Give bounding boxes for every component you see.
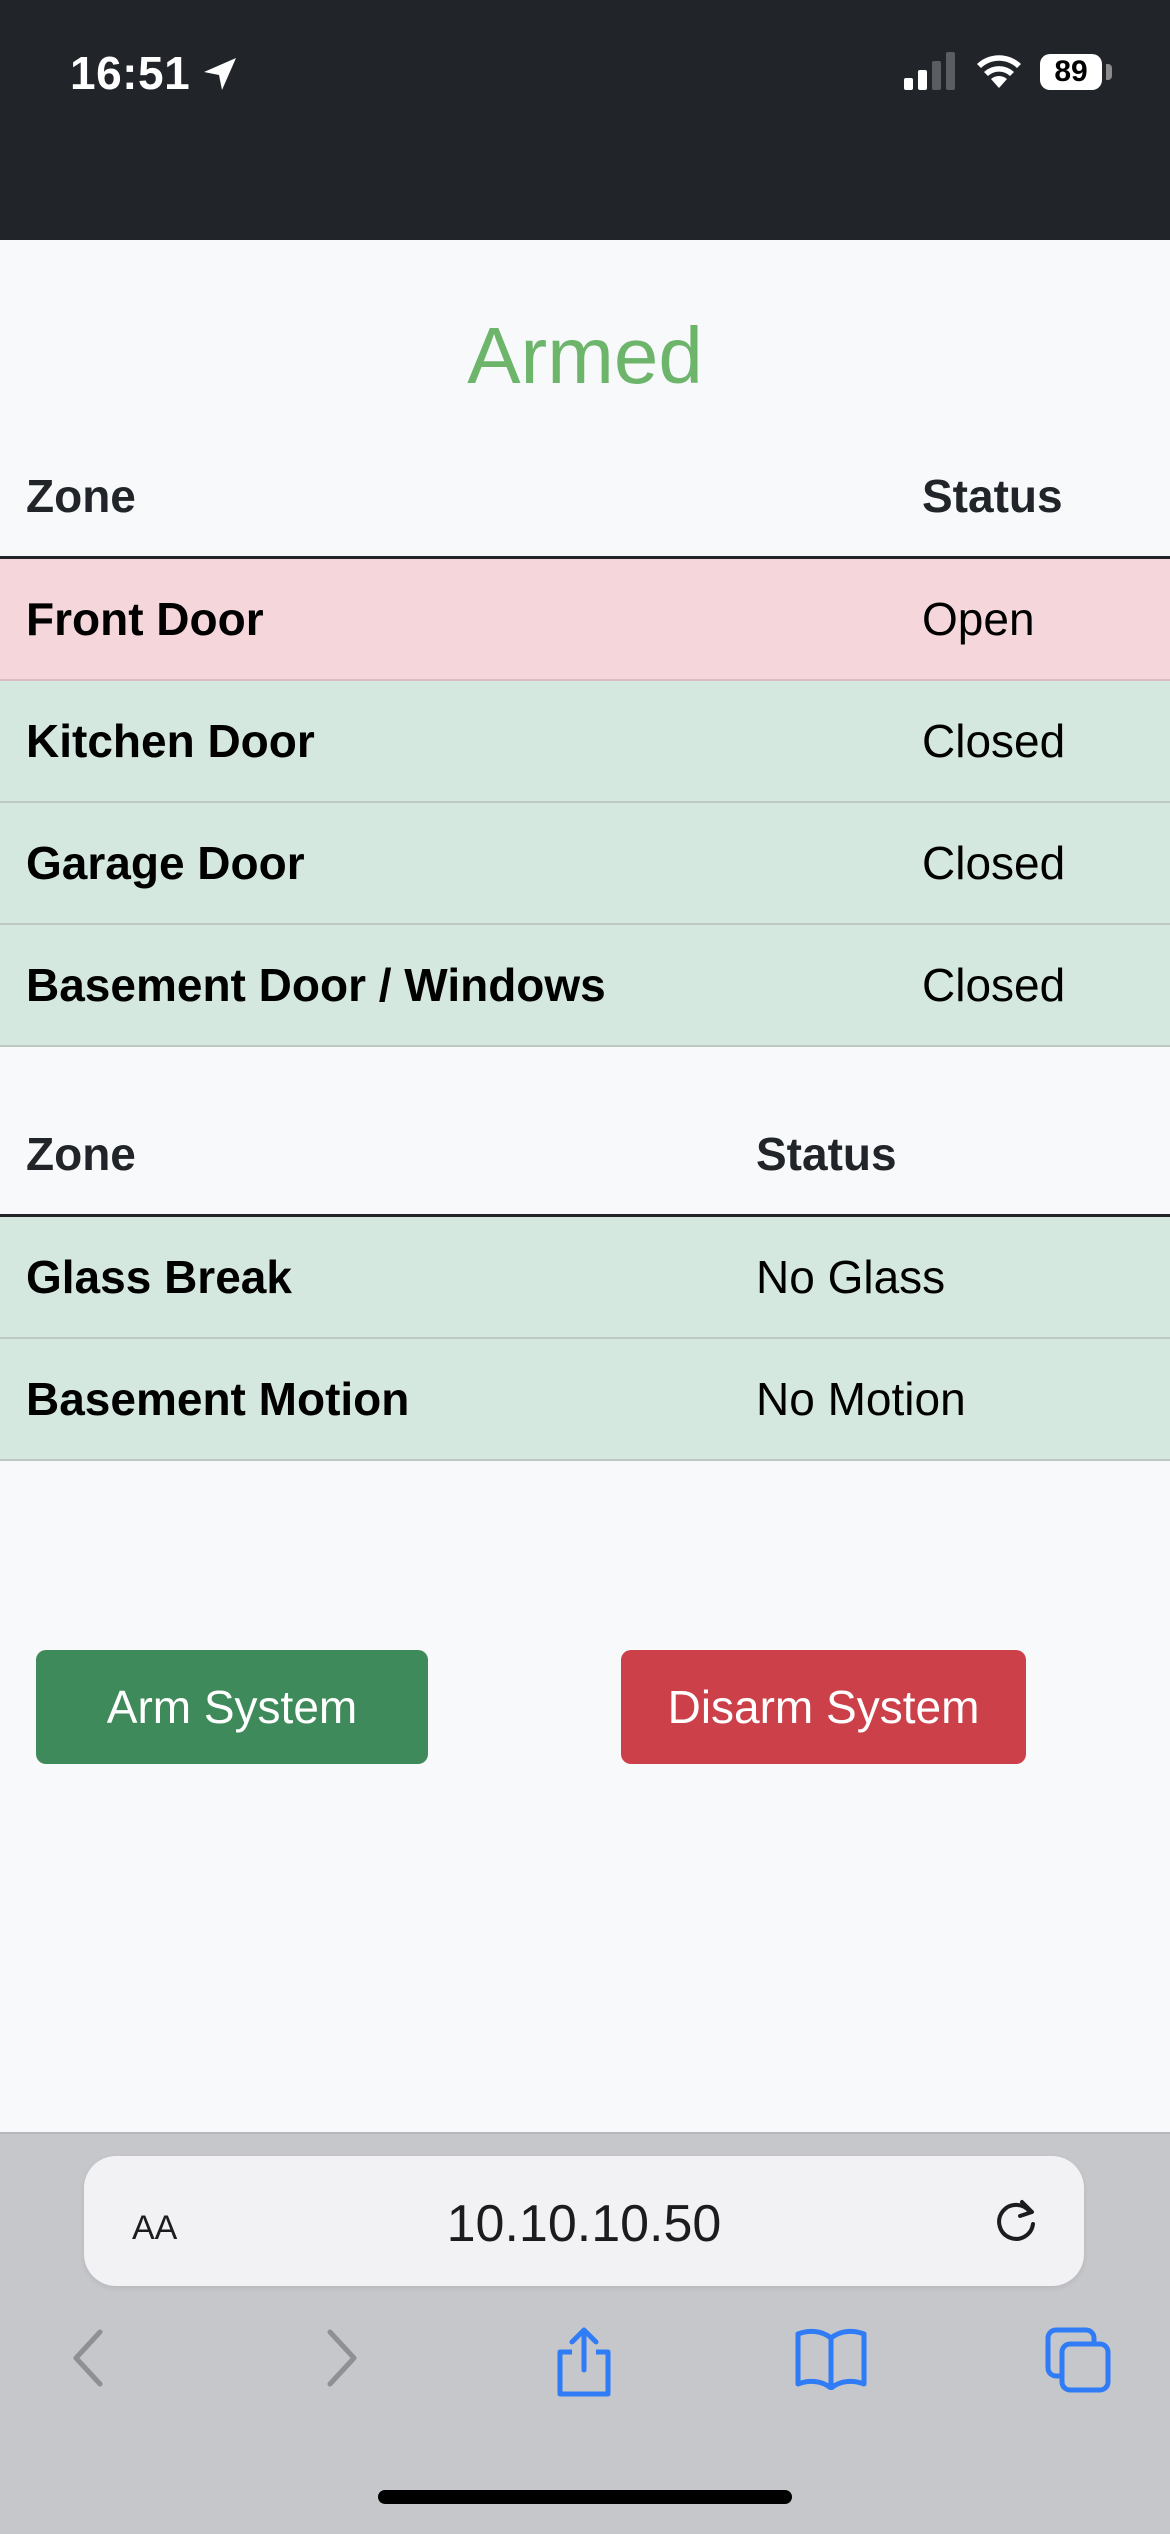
url-text[interactable]: 10.10.10.50 — [84, 2194, 1084, 2254]
zone-status: No Glass — [756, 1215, 1170, 1339]
tabs-icon[interactable] — [1044, 2326, 1114, 2396]
zone-status: Open — [922, 557, 1170, 681]
table-row: Kitchen Door Closed — [0, 680, 1170, 803]
forward-icon[interactable] — [318, 2326, 364, 2390]
status-column-header: Status — [756, 1094, 1170, 1217]
zone-name: Kitchen Door — [0, 680, 922, 803]
zone-name: Glass Break — [0, 1215, 756, 1339]
table-row: Garage Door Closed — [0, 802, 1170, 925]
disarm-system-button[interactable]: Disarm System — [621, 1650, 1026, 1764]
back-icon[interactable] — [66, 2326, 112, 2390]
table-row: Front Door Open — [0, 557, 1170, 681]
status-column-header: Status — [922, 436, 1170, 559]
home-indicator — [378, 2490, 792, 2504]
zone-status: Closed — [922, 680, 1170, 803]
zone-name: Basement Motion — [0, 1338, 756, 1461]
table-header-row: Zone Status — [0, 436, 1170, 559]
battery-icon: 89 — [1040, 54, 1102, 90]
zone-column-header: Zone — [0, 1094, 756, 1217]
table-row: Basement Door / Windows Closed — [0, 924, 1170, 1047]
table-row: Glass Break No Glass — [0, 1215, 1170, 1339]
battery-nub — [1106, 64, 1112, 80]
table-header-row: Zone Status — [0, 1094, 1170, 1217]
zone-name: Front Door — [0, 557, 922, 681]
cellular-signal-icon — [904, 52, 955, 90]
arm-system-button[interactable]: Arm System — [36, 1650, 428, 1764]
reload-icon[interactable] — [990, 2194, 1042, 2246]
status-bar: 16:51 89 — [0, 0, 1170, 240]
page-title: Armed — [467, 311, 703, 400]
address-bar[interactable]: AA 10.10.10.50 — [84, 2156, 1084, 2286]
door-zone-table: Zone Status Front Door Open Kitchen Door… — [0, 436, 1170, 1047]
zone-name: Basement Door / Windows — [0, 924, 922, 1047]
table-row: Basement Motion No Motion — [0, 1338, 1170, 1461]
wifi-icon — [977, 55, 1021, 88]
sensor-zone-table: Zone Status Glass Break No Glass Basemen… — [0, 1094, 1170, 1461]
zone-status: Closed — [922, 924, 1170, 1047]
status-time: 16:51 — [70, 47, 191, 99]
zone-status: Closed — [922, 802, 1170, 925]
bookmarks-icon[interactable] — [794, 2326, 868, 2390]
share-icon[interactable] — [552, 2326, 616, 2398]
zone-name: Garage Door — [0, 802, 922, 925]
location-arrow-icon — [204, 58, 236, 90]
zone-status: No Motion — [756, 1338, 1170, 1461]
zone-column-header: Zone — [0, 436, 922, 559]
